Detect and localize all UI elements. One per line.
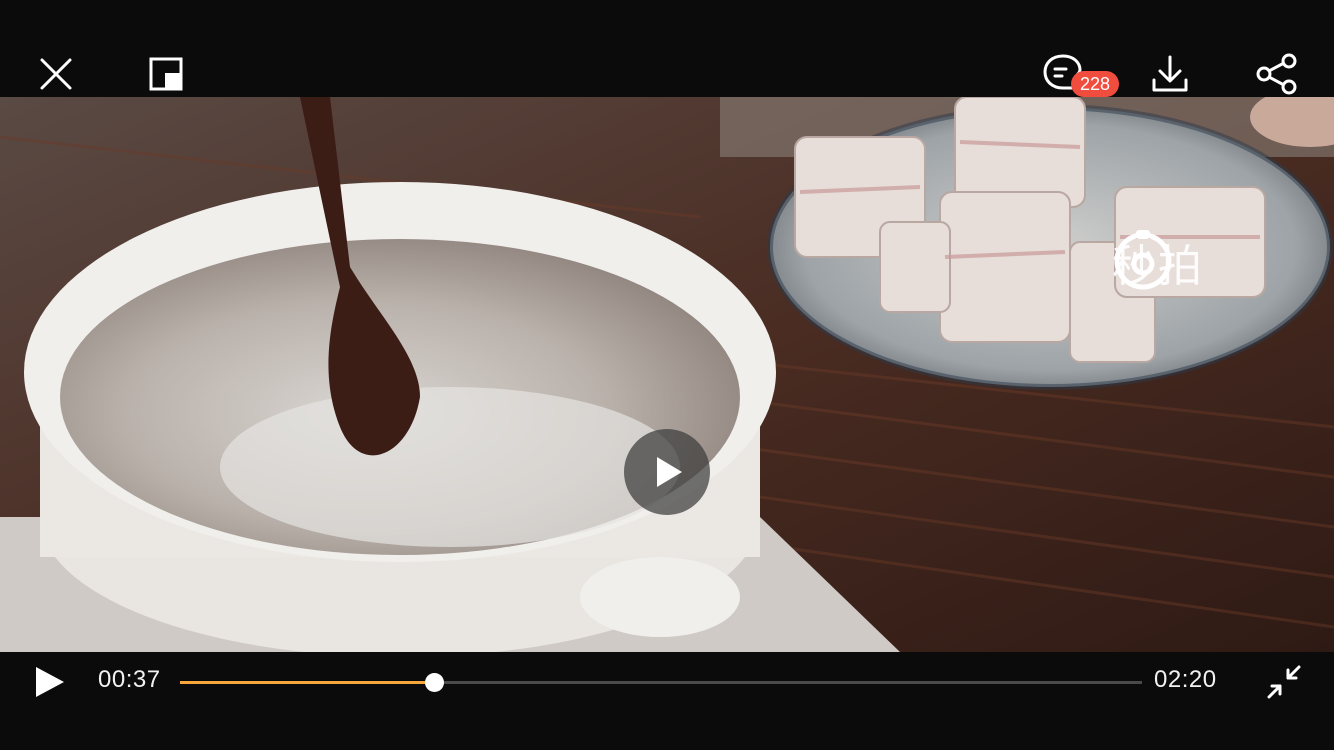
bottom-controls (0, 652, 1334, 750)
video-frame-image (0, 97, 1334, 652)
exit-fullscreen-icon[interactable] (1264, 662, 1304, 702)
picture-in-picture-icon[interactable] (146, 54, 186, 94)
current-time: 00:37 (98, 666, 161, 693)
share-icon[interactable] (1255, 52, 1299, 96)
center-play-button[interactable] (624, 429, 710, 515)
play-icon[interactable] (30, 662, 70, 702)
total-time: 02:20 (1154, 666, 1217, 693)
top-bar: 228 (0, 0, 1334, 97)
progress-fill (180, 681, 434, 684)
watermark: 秒拍 (1112, 230, 1204, 294)
close-icon[interactable] (36, 54, 76, 94)
miaopai-logo-icon (1114, 230, 1172, 290)
comment-count-badge: 228 (1071, 71, 1119, 97)
progress-thumb[interactable] (424, 673, 444, 692)
video-frame[interactable]: 秒拍 (0, 97, 1334, 652)
play-icon (657, 457, 682, 487)
download-icon[interactable] (1148, 52, 1192, 96)
progress-track[interactable] (180, 673, 1142, 692)
